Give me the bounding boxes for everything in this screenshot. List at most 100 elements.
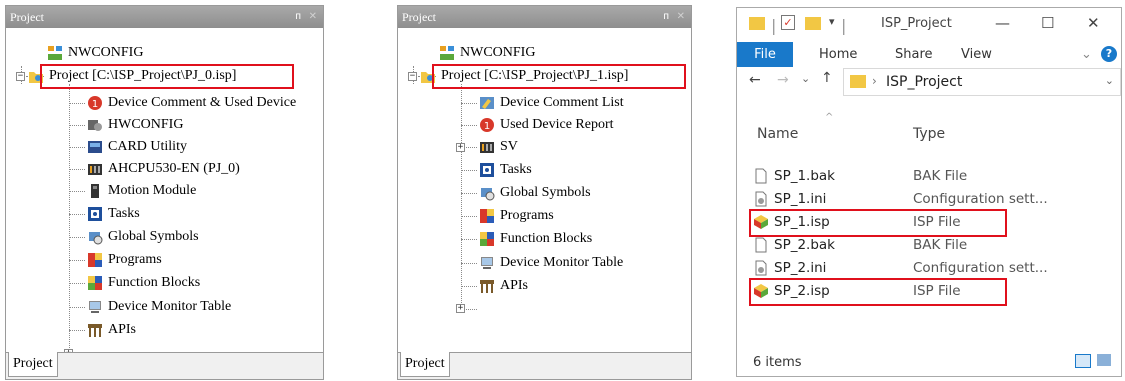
help-icon[interactable]: ? — [1101, 46, 1117, 62]
details-view-icon[interactable] — [1075, 354, 1091, 368]
properties-icon[interactable]: ✓ — [781, 15, 795, 30]
panel-tab-bar: Project — [6, 352, 323, 379]
tree-item-apis[interactable]: APIs — [479, 275, 528, 297]
close-icon[interactable]: ✕ — [677, 6, 685, 28]
file-icon — [753, 168, 769, 184]
forward-icon[interactable]: → — [777, 72, 789, 88]
tab-share[interactable]: Share — [895, 42, 933, 67]
address-path[interactable]: › ISP_Project ⌄ — [843, 68, 1121, 96]
expand-toggle[interactable]: + — [456, 304, 465, 313]
highlight-box — [749, 209, 1007, 237]
tree-item-device-monitor[interactable]: Device Monitor Table — [479, 252, 623, 274]
pin-icon[interactable]: ᴨ — [295, 6, 301, 28]
ribbon-expand-icon[interactable]: ⌄ — [1081, 42, 1092, 67]
tree-item-used-device-report[interactable]: 1 Used Device Report — [479, 114, 614, 136]
file-row[interactable]: SP_1.bak BAK File — [753, 165, 967, 187]
recent-dropdown-icon[interactable]: ⌄ — [801, 72, 810, 85]
tree-item-label: Function Blocks — [500, 231, 593, 246]
tree-item-label: Tasks — [500, 162, 532, 177]
function-blocks-icon — [87, 275, 103, 291]
card-utility-icon — [87, 139, 103, 155]
up-icon[interactable]: ↑ — [821, 70, 833, 86]
tree-item-card-utility[interactable]: CARD Utility — [87, 136, 187, 158]
column-header-type[interactable]: Type — [913, 126, 945, 142]
tree-item-nwconfig[interactable]: NWCONFIG — [47, 42, 143, 64]
separator: | — [841, 16, 847, 35]
new-folder-icon[interactable] — [805, 17, 821, 30]
tab-home[interactable]: Home — [819, 42, 857, 67]
device-monitor-icon — [87, 299, 103, 315]
path-dropdown-icon[interactable]: ⌄ — [1105, 74, 1114, 87]
column-header-name[interactable]: Name — [757, 126, 798, 142]
tree-item-label: Tasks — [108, 206, 140, 221]
file-row[interactable]: SP_1.ini Configuration sett... — [753, 188, 1048, 210]
tree-item-label: Motion Module — [108, 183, 197, 198]
panel-title: Project — [402, 10, 436, 24]
motion-module-icon — [87, 183, 103, 199]
file-name: SP_1.bak — [774, 168, 836, 184]
global-symbols-icon — [479, 185, 495, 201]
file-explorer-window: | ✓ ▾ | ISP_Project — ☐ ✕ File Home Shar… — [736, 7, 1122, 377]
file-name: SP_2.ini — [774, 260, 827, 276]
tree-item-function-blocks[interactable]: Function Blocks — [87, 272, 200, 294]
project-panel-middle: Project ᴨ ✕ − + + NWCONFIG Project [C:\I… — [397, 5, 692, 380]
tab-view[interactable]: View — [961, 42, 992, 67]
tree-item-label: Device Comment List — [500, 95, 624, 110]
breadcrumb-separator-icon: › — [872, 74, 877, 88]
file-type: BAK File — [913, 168, 968, 184]
large-icons-view-icon[interactable] — [1097, 354, 1111, 366]
close-button[interactable]: ✕ — [1087, 14, 1100, 32]
nwconfig-icon — [47, 45, 63, 61]
tree-item-label: Device Monitor Table — [108, 299, 232, 314]
tree-item-nwconfig[interactable]: NWCONFIG — [439, 42, 535, 64]
tree-item-programs[interactable]: Programs — [479, 205, 554, 227]
sv-icon — [479, 139, 495, 155]
address-bar: ← → ⌄ ↑ › ISP_Project ⌄ — [737, 68, 1121, 98]
tree-item-global-symbols[interactable]: Global Symbols — [479, 182, 591, 204]
file-row[interactable]: SP_2.ini Configuration sett... — [753, 257, 1048, 279]
collapse-toggle[interactable]: − — [16, 72, 25, 81]
tree-item-hwconfig[interactable]: HWCONFIG — [87, 114, 183, 136]
tree-item-cpu[interactable]: AHCPU530-EN (PJ_0) — [87, 158, 240, 180]
tab-file[interactable]: File — [737, 42, 793, 67]
breadcrumb[interactable]: ISP_Project — [886, 74, 962, 90]
panel-tab-bar: Project — [398, 352, 691, 379]
svg-text:1: 1 — [92, 99, 98, 110]
programs-icon — [479, 208, 495, 224]
tree-item-label: SV — [500, 139, 518, 154]
file-row[interactable]: SP_2.bak BAK File — [753, 234, 967, 256]
tab-project[interactable]: Project — [8, 352, 58, 377]
sort-indicator-icon: ^ — [825, 112, 834, 123]
tree-item-label: NWCONFIG — [460, 45, 536, 60]
tab-project[interactable]: Project — [400, 352, 450, 377]
pin-icon[interactable]: ᴨ — [663, 6, 669, 28]
tree-item-tasks[interactable]: Tasks — [479, 159, 532, 181]
tree-item-motion-module[interactable]: Motion Module — [87, 180, 196, 202]
file-type: Configuration sett... — [913, 191, 1048, 207]
close-icon[interactable]: ✕ — [309, 6, 317, 28]
tree-item-device-comment[interactable]: 1 Device Comment & Used Device — [87, 92, 296, 114]
expand-toggle[interactable]: + — [456, 143, 465, 152]
config-file-icon — [753, 191, 769, 207]
highlight-box — [749, 278, 1007, 306]
collapse-toggle[interactable]: − — [408, 72, 417, 81]
tree-item-tasks[interactable]: Tasks — [87, 203, 140, 225]
tree-item-apis[interactable]: APIs — [87, 319, 136, 341]
tree-item-device-comment-list[interactable]: Device Comment List — [479, 92, 624, 114]
quick-access-dropdown-icon[interactable]: ▾ — [829, 15, 835, 28]
tree-item-global-symbols[interactable]: Global Symbols — [87, 226, 199, 248]
tree-item-label: Programs — [500, 208, 554, 223]
tree-item-function-blocks[interactable]: Function Blocks — [479, 228, 592, 250]
back-icon[interactable]: ← — [749, 72, 761, 88]
highlight-box — [40, 64, 294, 89]
tree-item-programs[interactable]: Programs — [87, 249, 162, 271]
file-icon — [753, 237, 769, 253]
tree-item-device-monitor[interactable]: Device Monitor Table — [87, 296, 231, 318]
file-type: Configuration sett... — [913, 260, 1048, 276]
tree-item-sv[interactable]: SV — [479, 136, 518, 158]
maximize-button[interactable]: ☐ — [1041, 14, 1054, 32]
minimize-button[interactable]: — — [995, 14, 1010, 32]
tasks-icon — [87, 206, 103, 222]
tree-item-label: CARD Utility — [108, 139, 187, 154]
tree-item-label: Function Blocks — [108, 275, 201, 290]
